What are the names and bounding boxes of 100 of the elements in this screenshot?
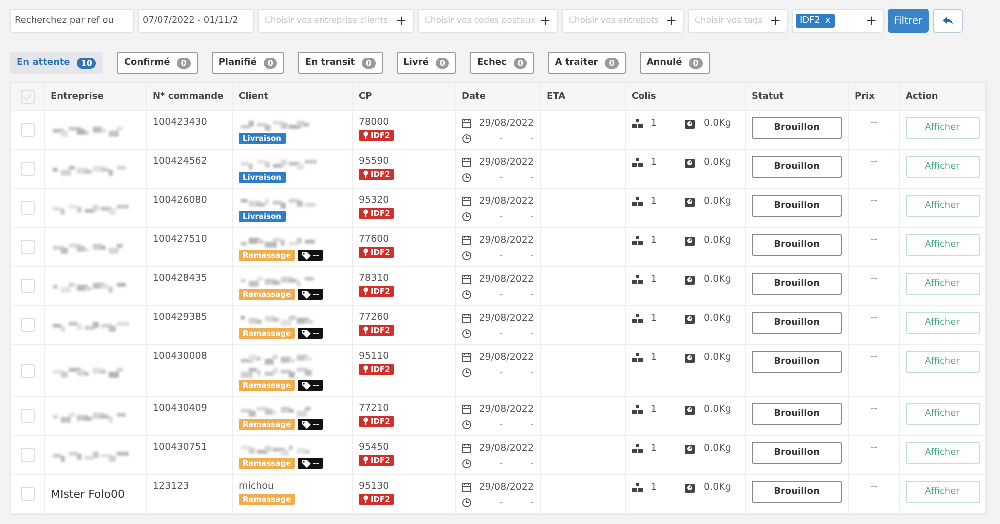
order-number: 100424562 (153, 156, 208, 167)
order-number: 100429385 (153, 312, 208, 323)
checkbox[interactable] (20, 240, 34, 254)
date-text: 29/08/2022 (479, 313, 534, 324)
status-button[interactable]: Brouillon (752, 351, 842, 373)
checkbox[interactable] (20, 279, 34, 293)
status-tab[interactable]: Echec 0 (470, 52, 534, 74)
price-text: -- (870, 234, 878, 245)
calendar-icon (462, 274, 472, 285)
parcel-count: 1 (651, 157, 658, 168)
scale-icon (684, 274, 696, 286)
tag-icon (302, 329, 312, 338)
parcel-count: 1 (651, 352, 658, 363)
checkbox[interactable] (20, 162, 34, 176)
checkbox[interactable] (20, 409, 34, 423)
price-text: -- (870, 403, 878, 414)
order-number: 100430409 (153, 403, 208, 414)
status-button[interactable]: Brouillon (752, 442, 842, 464)
clock-icon (462, 328, 472, 338)
clock-icon (462, 134, 472, 144)
postal-code: 95320 (359, 195, 390, 206)
status-button[interactable]: Brouillon (752, 234, 842, 256)
scale-icon (684, 234, 696, 246)
postal-code: 77600 (359, 234, 390, 245)
status-button[interactable]: Brouillon (752, 312, 842, 334)
status-button[interactable]: Brouillon (752, 117, 842, 139)
scale-icon (684, 352, 696, 364)
calendar-icon (462, 404, 472, 415)
status-button[interactable]: Brouillon (752, 481, 842, 503)
status-tab[interactable]: A traiter 0 (548, 52, 626, 74)
status-button[interactable]: Brouillon (752, 156, 842, 178)
status-tab[interactable]: En transit 0 (298, 52, 383, 74)
boxes-icon (632, 353, 643, 362)
status-button[interactable]: Brouillon (752, 195, 842, 217)
calendar-icon (462, 157, 472, 168)
tag-icon (302, 459, 312, 468)
status-tab[interactable]: En attente 10 (10, 52, 104, 74)
checkbox[interactable] (20, 487, 34, 501)
weight-text: 0.0Kg (704, 118, 732, 129)
order-number: 100430751 (153, 442, 208, 453)
boxes-icon (632, 275, 643, 284)
postal-code: 95110 (359, 351, 390, 362)
back-button[interactable] (932, 9, 963, 33)
weight-text: 0.0Kg (704, 352, 732, 363)
filter-chip[interactable]: IDF2 x (796, 14, 835, 28)
order-number: 100423430 (153, 117, 208, 128)
calendar-icon (462, 235, 472, 246)
status-tab[interactable]: Planifié 0 (212, 52, 284, 74)
checkbox[interactable] (20, 318, 34, 332)
status-button[interactable]: Brouillon (752, 273, 842, 295)
tag-icon (302, 290, 312, 299)
status-tab[interactable]: Annulé 0 (640, 52, 710, 74)
postal-code: 95130 (359, 481, 390, 492)
scale-icon (684, 404, 696, 416)
boxes-icon (632, 236, 643, 245)
date-text: 29/08/2022 (479, 482, 534, 493)
order-number: 100426080 (153, 195, 208, 206)
time-text: - (500, 172, 503, 183)
time-text: - (530, 367, 534, 378)
order-number: 123123 (153, 481, 190, 492)
column-header: N* commande (153, 92, 225, 102)
checkbox[interactable] (20, 448, 34, 462)
checkbox[interactable] (20, 364, 34, 378)
parcel-count: 1 (651, 482, 658, 493)
weight-text: 0.0Kg (704, 482, 732, 493)
pin-icon (363, 209, 369, 218)
status-button[interactable]: Brouillon (752, 403, 842, 425)
filter-button[interactable]: Filtrer (888, 9, 929, 33)
postal-code: 78000 (359, 117, 390, 128)
column-header: Entreprise (51, 92, 105, 102)
weight-text: 0.0Kg (704, 404, 732, 415)
reply-icon (942, 16, 954, 26)
column-header: ETA (547, 92, 567, 102)
price-text: -- (870, 481, 878, 492)
parcel-count: 1 (651, 313, 658, 324)
clock-icon (462, 250, 472, 260)
status-tab[interactable]: Livré 0 (396, 52, 456, 74)
clock-icon (462, 172, 472, 182)
postal-code: 95590 (359, 156, 390, 167)
pin-icon (363, 326, 369, 335)
filter-field[interactable]: Recherchez par ref ou (10, 9, 134, 33)
checkbox[interactable] (20, 201, 34, 215)
column-header: Statut (752, 92, 785, 102)
date-text: 29/08/2022 (479, 118, 534, 129)
price-text: -- (870, 273, 878, 284)
time-text: - (500, 211, 503, 222)
clock-icon (462, 212, 472, 222)
pin-icon (363, 170, 369, 179)
clock-icon (462, 458, 472, 468)
price-text: -- (870, 442, 878, 453)
calendar-icon (462, 482, 472, 493)
calendar-icon (462, 118, 472, 129)
weight-text: 0.0Kg (704, 235, 732, 246)
calendar-icon (462, 443, 472, 454)
date-text: 29/08/2022 (479, 404, 534, 415)
pin-icon (363, 248, 369, 257)
filter-select[interactable]: IDF2 x + (792, 9, 884, 33)
filter-field[interactable]: 07/07/2022 - 01/11/2 (138, 9, 254, 33)
checkbox[interactable] (20, 123, 34, 137)
status-tab[interactable]: Confirmé 0 (117, 52, 198, 74)
